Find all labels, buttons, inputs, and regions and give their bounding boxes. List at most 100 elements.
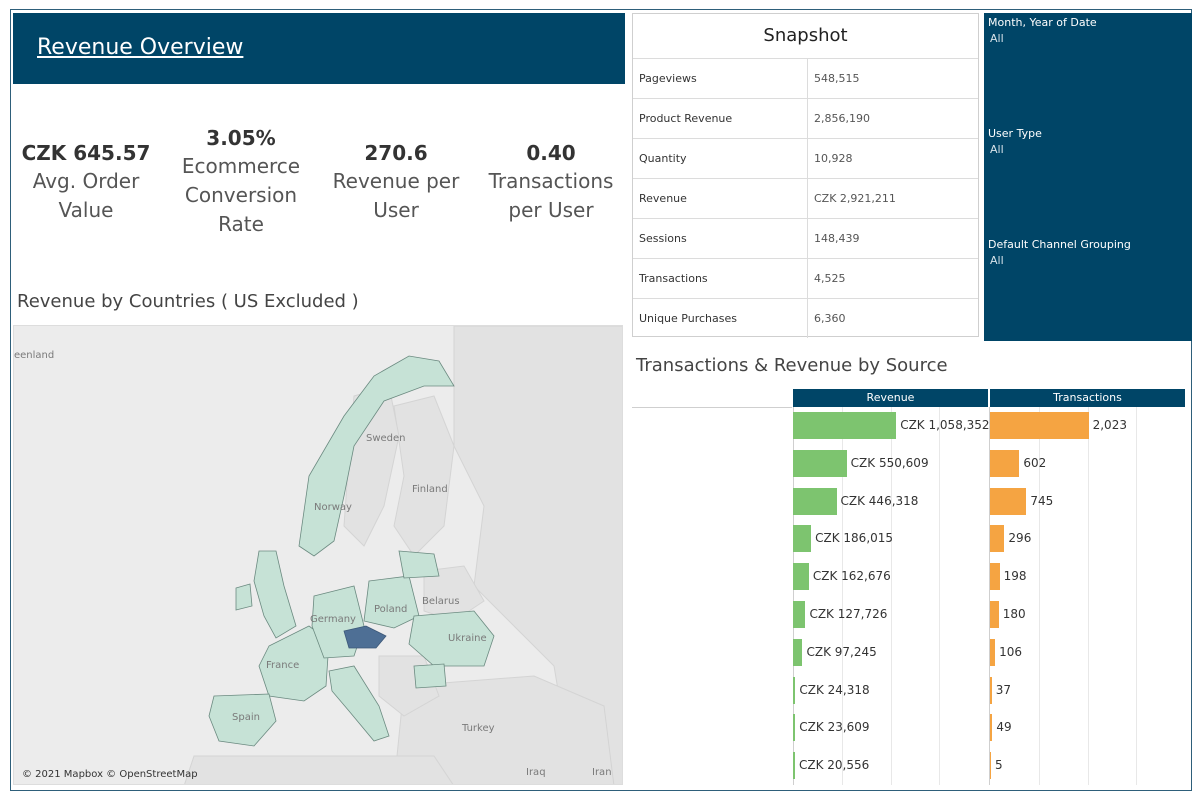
- map-label-germany: Germany: [310, 614, 356, 625]
- map-label-spain: Spain: [232, 712, 260, 723]
- kpi-value: 0.40: [526, 141, 576, 165]
- header-banner: Revenue Overview: [13, 13, 625, 84]
- kpi-conversion-rate: 3.05% Ecommerce Conversion Rate: [172, 124, 310, 239]
- snapshot-panel: Snapshot Pageviews 548,515 Product Revenu…: [632, 13, 979, 338]
- revenue-bar[interactable]: [793, 412, 897, 439]
- revenue-bar[interactable]: [793, 638, 803, 666]
- map-label-iran: Iran: [592, 767, 612, 778]
- map-label-finland: Finland: [412, 484, 448, 495]
- map-label-greenland: eenland: [14, 350, 55, 361]
- metric-value: 6,360: [807, 298, 978, 338]
- filter-value[interactable]: All: [990, 254, 1131, 267]
- table-row: Unique Purchases 6,360: [633, 298, 978, 338]
- transactions-bar[interactable]: [990, 601, 999, 628]
- map-label-iraq: Iraq: [526, 767, 546, 778]
- country-poland: [363, 575, 420, 629]
- revenue-bar[interactable]: [793, 601, 806, 628]
- revenue-bar-label: CZK 162,676: [812, 569, 891, 584]
- country-baltics: [398, 550, 440, 579]
- map-canvas: [184, 326, 622, 784]
- transactions-bar-label: 602: [1023, 455, 1047, 470]
- revenue-column-header[interactable]: Revenue: [793, 389, 988, 407]
- revenue-bar-label: CZK 23,609: [799, 720, 870, 735]
- transactions-column-header[interactable]: Transactions: [990, 389, 1185, 407]
- metric-value: CZK 2,921,211: [807, 178, 978, 219]
- filter-month-year[interactable]: Month, Year of Date All: [988, 16, 1097, 45]
- revenue-bar[interactable]: [793, 525, 812, 553]
- country-romania: [413, 663, 447, 689]
- revenue-bar-label: CZK 1,058,352: [900, 418, 990, 432]
- map-label-france: France: [266, 660, 300, 671]
- transactions-bar-label: 5: [995, 758, 1003, 773]
- revenue-bar[interactable]: [793, 449, 847, 477]
- revenue-bar[interactable]: [793, 676, 796, 704]
- gridline-transactions: [1136, 407, 1138, 785]
- transactions-bar[interactable]: [990, 752, 991, 780]
- kpi-avg-order-value: CZK 645.57 Avg. Order Value: [18, 139, 154, 225]
- filter-title: Month, Year of Date: [988, 16, 1097, 29]
- country-revenue-map[interactable]: eenland Sweden Finland Norway Belarus Po…: [13, 325, 623, 785]
- revenue-bar[interactable]: [793, 714, 796, 742]
- revenue-bar-label: CZK 97,245: [806, 644, 877, 659]
- gridline-revenue: [939, 407, 941, 785]
- filter-value[interactable]: All: [990, 143, 1042, 156]
- metric-value: 148,439: [807, 218, 978, 259]
- filter-title: User Type: [988, 127, 1042, 140]
- page-title-link[interactable]: Revenue Overview: [37, 35, 243, 60]
- table-row: Revenue CZK 2,921,211: [633, 178, 978, 219]
- table-row: Transactions 4,525: [633, 258, 978, 299]
- metric-value: 548,515: [807, 58, 978, 99]
- kpi-label: Ecommerce Conversion Rate: [181, 154, 301, 236]
- transactions-bar-label: 180: [1002, 607, 1026, 621]
- kpi-label: Avg. Order Value: [32, 169, 140, 222]
- kpi-revenue-per-user: 270.6 Revenue per User: [326, 139, 466, 225]
- table-row: Pageviews 548,515: [633, 58, 978, 99]
- map-title: Revenue by Countries ( US Excluded ): [17, 291, 359, 312]
- transactions-bar[interactable]: [990, 449, 1020, 477]
- transactions-bar[interactable]: [990, 714, 993, 742]
- table-row: Sessions 148,439: [633, 218, 978, 259]
- country-ireland: [235, 583, 253, 611]
- filter-panel: Month, Year of Date All User Type All De…: [984, 13, 1192, 341]
- map-label-turkey: Turkey: [462, 723, 495, 734]
- source-chart-title: Transactions & Revenue by Source: [636, 355, 948, 376]
- revenue-bar[interactable]: [793, 563, 809, 591]
- transactions-bar[interactable]: [990, 676, 992, 704]
- revenue-bar-label: CZK 24,318: [799, 682, 870, 697]
- transactions-bar[interactable]: [990, 638, 996, 666]
- filter-channel-grouping[interactable]: Default Channel Grouping All: [988, 238, 1131, 267]
- filter-value[interactable]: All: [990, 32, 1097, 45]
- revenue-bar[interactable]: [793, 487, 837, 515]
- transactions-bar[interactable]: [990, 563, 1000, 591]
- transactions-bar[interactable]: [990, 487, 1027, 515]
- metric-label: Product Revenue: [633, 98, 808, 139]
- map-label-norway: Norway: [314, 502, 352, 513]
- map-label-ukraine: Ukraine: [448, 633, 487, 644]
- metric-label: Quantity: [633, 138, 808, 179]
- revenue-bar-label: CZK 446,318: [840, 493, 919, 508]
- map-attribution[interactable]: © 2021 Mapbox © OpenStreetMap: [22, 769, 198, 780]
- revenue-bar[interactable]: [793, 752, 795, 780]
- map-label-belarus: Belarus: [422, 596, 460, 607]
- kpi-transactions-per-user: 0.40 Transactions per User: [478, 139, 624, 225]
- table-row: Product Revenue 2,856,190: [633, 98, 978, 139]
- country-uk: [253, 550, 297, 639]
- transactions-bar[interactable]: [990, 412, 1089, 439]
- transactions-bar-label: 296: [1008, 531, 1032, 546]
- metric-value: 4,525: [807, 258, 978, 299]
- filter-title: Default Channel Grouping: [988, 238, 1131, 251]
- metric-label: Revenue: [633, 178, 808, 219]
- revenue-bar-label: CZK 186,015: [815, 531, 894, 546]
- metric-label: Pageviews: [633, 58, 808, 99]
- transactions-bar[interactable]: [990, 525, 1005, 553]
- kpi-value: 270.6: [364, 141, 428, 165]
- kpi-label: Revenue per User: [332, 169, 460, 222]
- metric-value: 2,856,190: [807, 98, 978, 139]
- filter-user-type[interactable]: User Type All: [988, 127, 1042, 156]
- map-label-sweden: Sweden: [366, 433, 406, 444]
- snapshot-title: Snapshot: [763, 25, 848, 46]
- transactions-bar-label: 106: [999, 644, 1023, 659]
- transactions-bar-label: 745: [1030, 493, 1054, 508]
- land-africa: [184, 755, 454, 784]
- revenue-bar-label: CZK 20,556: [799, 758, 870, 773]
